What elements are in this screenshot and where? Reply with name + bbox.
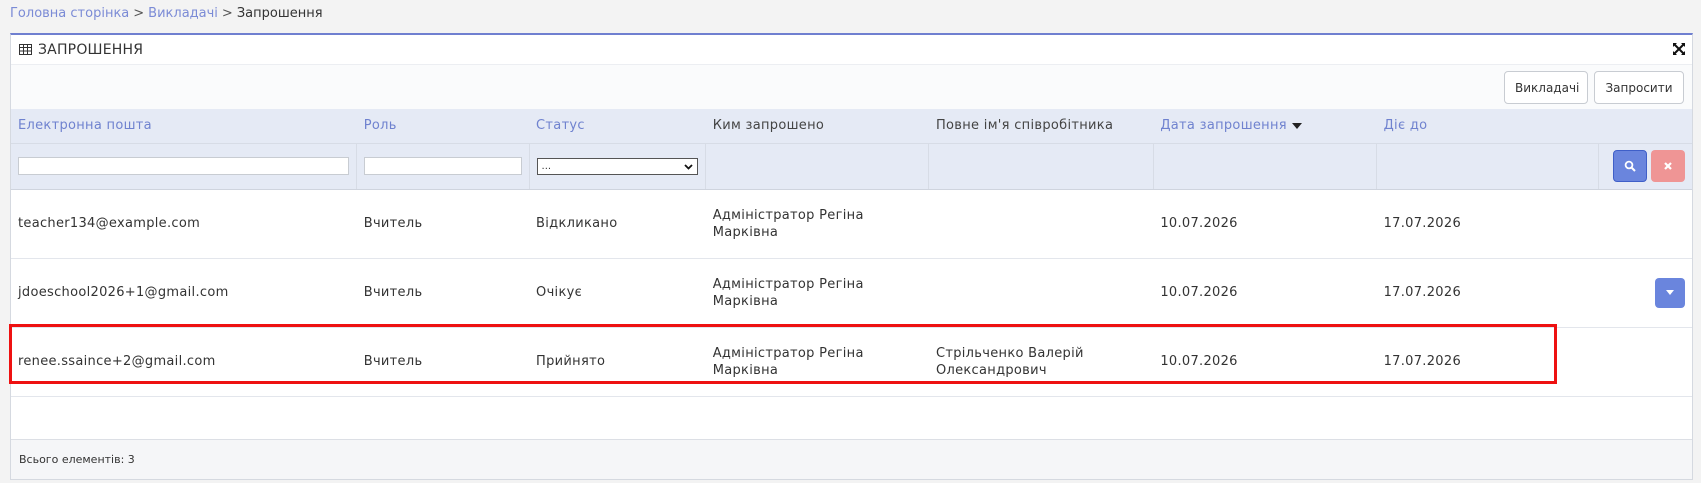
page-title: ЗАПРОШЕННЯ bbox=[19, 42, 143, 58]
toolbar: Викладачі Запросити bbox=[11, 65, 1692, 109]
table-row[interactable]: teacher134@example.com Вчитель Відкликан… bbox=[11, 189, 1692, 259]
cell-valid-until: 17.07.2026 bbox=[1376, 189, 1599, 259]
column-header-valid-until[interactable]: Діє до bbox=[1376, 109, 1599, 144]
sort-desc-icon bbox=[1291, 122, 1302, 129]
panel-header: ЗАПРОШЕННЯ bbox=[11, 35, 1692, 65]
caret-down-icon bbox=[1666, 290, 1674, 295]
table-row[interactable]: renee.ssaince+2@gmail.com Вчитель Прийня… bbox=[11, 327, 1692, 397]
invited-by-line: Марківна bbox=[712, 224, 779, 240]
cell-email: jdoeschool2026+1@gmail.com bbox=[11, 258, 357, 328]
table-header-row: Електронна пошта Роль Статус Ким запроше… bbox=[11, 109, 1692, 144]
invited-by-line: Адміністратор Регіна bbox=[712, 345, 864, 361]
breadcrumb-separator: > bbox=[221, 6, 233, 21]
cell-email: renee.ssaince+2@gmail.com bbox=[11, 327, 357, 397]
filter-cell-email bbox=[11, 143, 358, 190]
filter-cell-invited-by bbox=[705, 143, 930, 190]
cell-status: Відкликано bbox=[529, 189, 706, 259]
filter-actions bbox=[1606, 150, 1685, 182]
row-actions bbox=[1606, 277, 1685, 308]
filter-cell-valid-until bbox=[1376, 143, 1600, 190]
cell-status: Очікує bbox=[529, 258, 706, 328]
filter-cell-invite-date bbox=[1153, 143, 1378, 190]
filter-cell-employee bbox=[928, 143, 1154, 190]
breadcrumb-home-link[interactable]: Головна сторінка bbox=[10, 6, 129, 21]
cell-actions bbox=[1598, 189, 1692, 259]
cell-role: Вчитель bbox=[356, 327, 530, 397]
table-icon bbox=[19, 44, 32, 55]
search-button[interactable] bbox=[1613, 150, 1647, 182]
cell-role: Вчитель bbox=[356, 258, 530, 328]
teachers-button[interactable]: Викладачі bbox=[1504, 71, 1588, 104]
invited-by-line: Марківна bbox=[712, 362, 779, 378]
cell-invited-by: Адміністратор Регіна Марківна bbox=[705, 258, 929, 328]
filter-cell-actions bbox=[1598, 143, 1692, 190]
filter-cell-status: ... bbox=[529, 143, 707, 190]
row-actions-dropdown-button[interactable] bbox=[1655, 277, 1685, 308]
cell-invite-date: 10.07.2026 bbox=[1153, 258, 1377, 328]
invitations-table: Електронна пошта Роль Статус Ким запроше… bbox=[11, 109, 1692, 397]
column-header-invited-by: Ким запрошено bbox=[705, 109, 929, 144]
filter-row: ... bbox=[11, 143, 1692, 190]
chevron-down-icon bbox=[684, 163, 693, 170]
cell-actions bbox=[1598, 327, 1692, 397]
cell-employee-name: Стрільченко Валерій Олександрович bbox=[928, 327, 1154, 397]
breadcrumb: Головна сторінка > Викладачі > Запрошення bbox=[10, 6, 323, 26]
table-row[interactable]: jdoeschool2026+1@gmail.com Вчитель Очіку… bbox=[11, 258, 1692, 328]
column-header-employee-name: Повне ім'я співробітника bbox=[928, 109, 1154, 144]
cell-employee-name bbox=[928, 258, 1154, 328]
status-filter-select[interactable]: ... bbox=[536, 157, 699, 175]
invited-by-line: Адміністратор Регіна bbox=[712, 276, 864, 292]
column-header-status[interactable]: Статус bbox=[529, 109, 706, 144]
cell-actions bbox=[1598, 258, 1692, 328]
cell-invited-by: Адміністратор Регіна Марківна bbox=[705, 189, 929, 259]
breadcrumb-separator: > bbox=[133, 6, 145, 21]
column-header-role[interactable]: Роль bbox=[356, 109, 530, 144]
cell-invite-date: 10.07.2026 bbox=[1153, 189, 1377, 259]
cell-role: Вчитель bbox=[356, 189, 530, 259]
column-header-invite-date[interactable]: Дата запрошення bbox=[1153, 109, 1377, 144]
cell-email: teacher134@example.com bbox=[11, 189, 357, 259]
invite-button[interactable]: Запросити bbox=[1594, 71, 1684, 104]
breadcrumb-current: Запрошення bbox=[236, 6, 323, 21]
cell-valid-until: 17.07.2026 bbox=[1376, 327, 1599, 397]
expand-icon[interactable] bbox=[1672, 42, 1686, 56]
employee-name-line: Олександрович bbox=[935, 362, 1047, 378]
total-items-label: Всього елементів: 3 bbox=[19, 453, 135, 466]
email-filter-input[interactable] bbox=[18, 157, 350, 175]
cell-invited-by: Адміністратор Регіна Марківна bbox=[705, 327, 929, 397]
role-filter-input[interactable] bbox=[364, 157, 522, 175]
breadcrumb-teachers-link[interactable]: Викладачі bbox=[148, 6, 218, 21]
column-header-actions bbox=[1598, 109, 1692, 144]
cell-valid-until: 17.07.2026 bbox=[1376, 258, 1599, 328]
status-filter-value: ... bbox=[541, 160, 552, 172]
panel-title-text: ЗАПРОШЕННЯ bbox=[38, 41, 144, 58]
cell-invite-date: 10.07.2026 bbox=[1153, 327, 1377, 397]
cell-status: Прийнято bbox=[529, 327, 706, 397]
invited-by-line: Марківна bbox=[712, 293, 779, 309]
search-icon bbox=[1624, 160, 1636, 172]
employee-name-line: Стрільченко Валерій bbox=[935, 345, 1084, 361]
invited-by-line: Адміністратор Регіна bbox=[712, 207, 864, 223]
cell-employee-name bbox=[928, 189, 1154, 259]
table-footer: Всього елементів: 3 bbox=[11, 439, 1692, 479]
invitations-panel: ЗАПРОШЕННЯ Викладачі Запросити Електронн… bbox=[10, 33, 1693, 480]
filter-cell-role bbox=[356, 143, 530, 190]
column-header-invite-date-label: Дата запрошення bbox=[1160, 118, 1287, 134]
clear-filters-button[interactable] bbox=[1651, 150, 1685, 182]
column-header-email[interactable]: Електронна пошта bbox=[11, 109, 357, 144]
close-icon bbox=[1664, 162, 1672, 170]
